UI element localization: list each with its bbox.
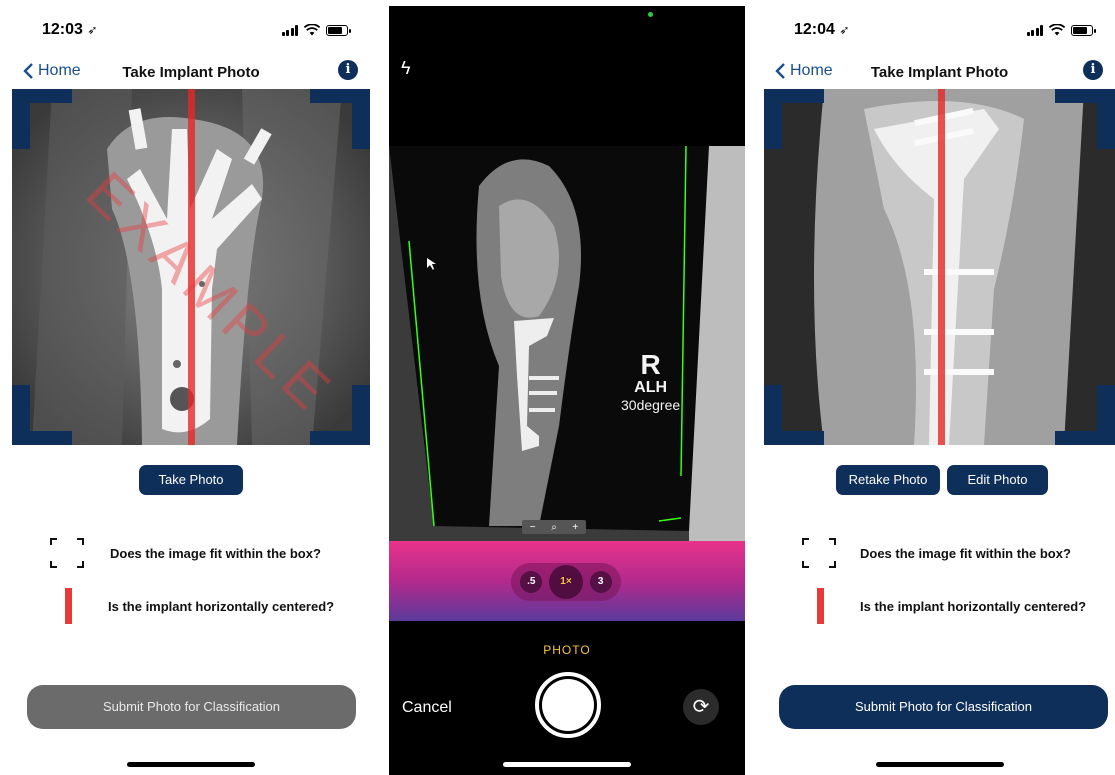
film-label: R ALH 30degree (621, 349, 681, 414)
film-label-angle: 30degree (621, 397, 681, 413)
camera-top-bar: ϟ (389, 6, 745, 146)
checklist-fit-text: Does the image fit within the box? (860, 545, 1071, 561)
phone-screen-take-photo: 12:03 ➶ Home Take Implant Photo i EXAMPL… (12, 6, 370, 775)
checklist-fit: Does the image fit within the box? (802, 538, 1071, 568)
frame-corner-top-left (764, 89, 824, 149)
wifi-icon (304, 24, 320, 36)
status-time: 12:04 ➶ (794, 21, 850, 38)
frame-corner-bottom-right (310, 385, 370, 445)
battery-icon (326, 24, 351, 36)
status-icons (1026, 24, 1096, 36)
page-title: Take Implant Photo (870, 64, 1009, 81)
phone-screen-camera: ϟ R ALH 30degree − ⌕ + .5 1× 3 PHOTO Can… (389, 6, 745, 775)
image-frame (764, 89, 1115, 445)
zoom-in-button[interactable]: + (572, 522, 578, 533)
nav-bar: Home Take Implant Photo i (12, 58, 370, 88)
edit-photo-button[interactable]: Edit Photo (947, 465, 1048, 495)
frame-corner-top-right (1055, 89, 1115, 149)
home-indicator (503, 762, 631, 767)
frame-corner-top-left (12, 89, 72, 149)
status-bar: 12:03 ➶ (12, 6, 370, 50)
lens-selector-bar: .5 1× 3 (389, 541, 745, 621)
zoom-out-button[interactable]: − (530, 522, 536, 533)
checklist-centered: Is the implant horizontally centered? (817, 588, 1086, 624)
checklist-fit-text: Does the image fit within the box? (110, 545, 321, 561)
camera-flip-icon[interactable]: ⟳ (683, 689, 719, 725)
wifi-icon (1049, 24, 1065, 36)
app-stage: 12:03 ➶ Home Take Implant Photo i EXAMPL… (0, 0, 1115, 775)
red-bar-icon (65, 588, 72, 624)
location-arrow-icon: ➶ (839, 23, 850, 37)
phone-screen-review-photo: 12:04 ➶ Home Take Implant Photo i Retake… (764, 6, 1115, 775)
status-icons (281, 24, 351, 36)
status-time: 12:03 ➶ (42, 21, 98, 38)
status-bar: 12:04 ➶ (764, 6, 1115, 50)
lens-3x[interactable]: 3 (589, 571, 612, 593)
location-arrow-icon: ➶ (87, 23, 98, 37)
checklist-centered-text: Is the implant horizontally centered? (108, 598, 335, 614)
checklist-fit: Does the image fit within the box? (50, 538, 321, 568)
film-label-side: R (640, 349, 661, 380)
zoom-icon: ⌕ (551, 521, 557, 533)
lens-selector: .5 1× 3 (511, 563, 621, 601)
submit-button[interactable]: Submit Photo for Classification (27, 685, 356, 729)
nav-bar: Home Take Implant Photo i (764, 58, 1115, 88)
frame-corner-bottom-left (764, 385, 824, 445)
frame-fit-icon (50, 538, 84, 568)
viewfinder-xray-image (389, 146, 745, 541)
shutter-button[interactable] (535, 672, 601, 738)
home-indicator (875, 762, 1004, 767)
submit-button[interactable]: Submit Photo for Classification (779, 685, 1108, 729)
retake-photo-button[interactable]: Retake Photo (836, 465, 940, 495)
signal-icon (281, 24, 298, 36)
checklist-centered: Is the implant horizontally centered? (65, 588, 334, 624)
take-photo-button[interactable]: Take Photo (139, 465, 243, 495)
flash-icon[interactable]: ϟ (401, 58, 411, 79)
film-label-initials: ALH (634, 379, 668, 396)
home-indicator (127, 762, 255, 767)
center-guide-line (938, 89, 945, 445)
lens-0-5x[interactable]: .5 (520, 571, 543, 593)
battery-icon (1071, 24, 1096, 36)
frame-corner-top-right (310, 89, 370, 149)
image-frame: EXAMPLE (12, 89, 370, 445)
red-bar-icon (817, 588, 824, 624)
camera-mode-label[interactable]: PHOTO (389, 643, 745, 657)
frame-fit-icon (802, 538, 836, 568)
signal-icon (1026, 24, 1043, 36)
frame-corner-bottom-left (12, 385, 72, 445)
lens-1x[interactable]: 1× (548, 565, 583, 599)
checklist-centered-text: Is the implant horizontally centered? (860, 598, 1087, 614)
info-icon[interactable]: i (1083, 60, 1103, 80)
info-icon[interactable]: i (338, 60, 358, 80)
camera-active-indicator (648, 12, 653, 17)
zoom-control[interactable]: − ⌕ + (522, 520, 586, 534)
frame-corner-bottom-right (1055, 385, 1115, 445)
camera-viewfinder: R ALH 30degree − ⌕ + (389, 146, 745, 541)
camera-controls: PHOTO Cancel ⟳ (389, 621, 745, 775)
cancel-button[interactable]: Cancel (402, 699, 452, 717)
page-title: Take Implant Photo (122, 64, 260, 81)
